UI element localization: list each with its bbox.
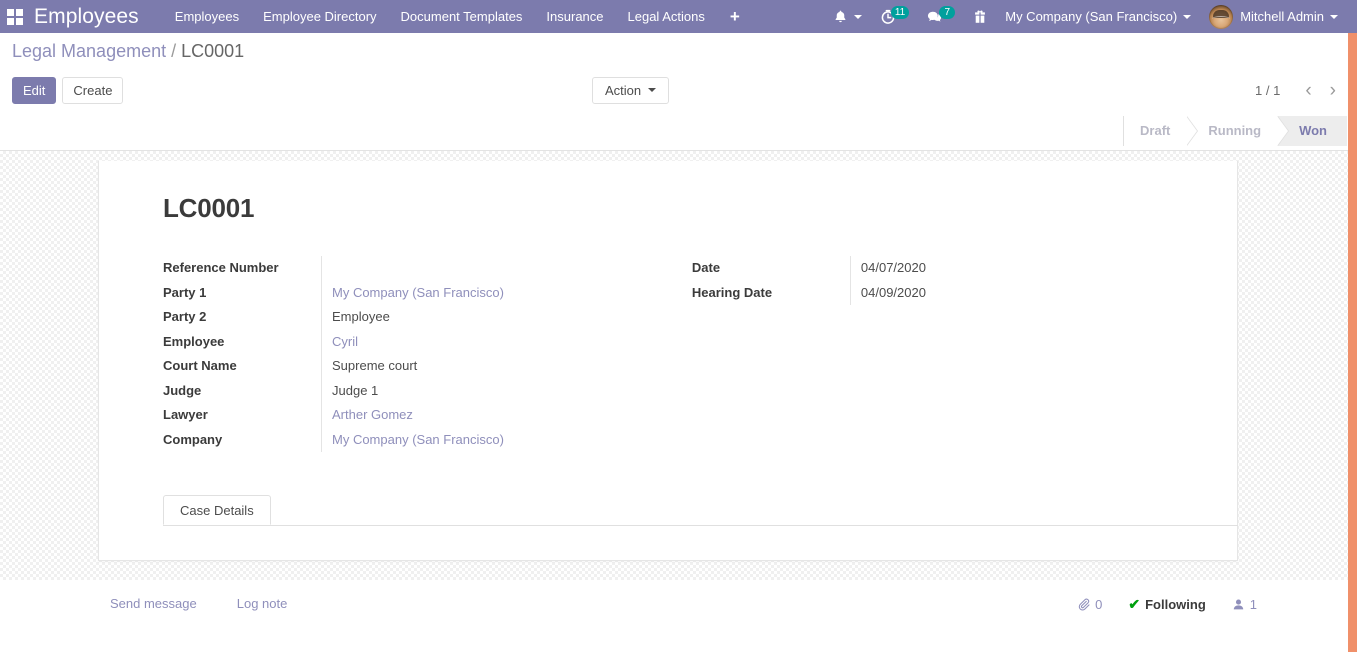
top-navbar: Employees Employees Employee Directory D… <box>0 0 1357 33</box>
navbar-right-tools: 11 7 My Company (San Francisco) Mitchell… <box>824 0 1357 33</box>
field-label-court-name: Court Name <box>163 358 237 373</box>
main-menu: Employees Employee Directory Document Te… <box>163 0 753 33</box>
form-column-left: Reference Number Party 1 My Company (San… <box>163 256 692 452</box>
gift-menu[interactable] <box>964 0 996 33</box>
notebook-tab-body <box>163 526 1238 560</box>
action-label: Action <box>605 82 642 98</box>
field-value-reference-number[interactable] <box>321 256 692 281</box>
followers-count: 1 <box>1249 597 1257 612</box>
user-icon <box>1233 599 1243 610</box>
pager-count: 1 / 1 <box>1255 82 1281 98</box>
bell-icon <box>835 10 846 22</box>
pager-previous-icon[interactable]: ‹ <box>1296 81 1320 100</box>
field-label-judge: Judge <box>163 382 202 398</box>
following-label: Following <box>1145 597 1206 612</box>
right-edge-indicator <box>1348 33 1357 652</box>
apps-grid-icon[interactable] <box>0 0 30 33</box>
field-label-reference-number: Reference Number <box>163 260 279 275</box>
edit-button[interactable]: Edit <box>12 76 57 104</box>
chatter: Send message Log note 0 ✔ Following 1 <box>0 580 1357 650</box>
field-label-company: Company <box>163 431 223 447</box>
timer-badge-count: 11 <box>890 6 910 19</box>
add-menu-button[interactable]: + <box>717 0 753 33</box>
create-button[interactable]: Create <box>62 76 124 104</box>
check-icon: ✔ <box>1128 596 1141 612</box>
field-value-hearing-date[interactable]: 04/09/2020 <box>849 280 1205 305</box>
chevron-down-icon <box>1330 14 1338 19</box>
menu-item-employees[interactable]: Employees <box>163 0 251 33</box>
pager-next-icon[interactable]: › <box>1321 81 1345 100</box>
field-value-employee[interactable]: Cyril <box>321 329 692 354</box>
action-dropdown-button[interactable]: Action <box>592 76 670 104</box>
attachments-button[interactable]: 0 <box>1077 597 1102 612</box>
breadcrumb: Legal Management / LC0001 <box>0 33 1357 69</box>
chevron-down-icon <box>648 88 657 92</box>
app-brand-title[interactable]: Employees <box>30 5 149 29</box>
menu-item-insurance[interactable]: Insurance <box>534 0 615 33</box>
status-bar: Draft Running Won <box>1123 115 1347 146</box>
field-label-party-1: Party 1 <box>163 284 207 300</box>
chevron-down-icon <box>853 14 862 19</box>
status-stage-draft[interactable]: Draft <box>1124 115 1199 146</box>
menu-item-legal-actions[interactable]: Legal Actions <box>616 0 717 33</box>
breadcrumb-separator: / <box>171 40 177 61</box>
menu-item-document-templates[interactable]: Document Templates <box>389 0 535 33</box>
control-panel: Edit Create Action 1 / 1 ‹ › <box>0 69 1357 111</box>
user-menu[interactable]: Mitchell Admin <box>1200 0 1347 33</box>
user-name-label: Mitchell Admin <box>1240 9 1324 24</box>
messages-menu[interactable]: 7 <box>918 0 964 33</box>
field-value-party-2[interactable]: Employee <box>321 305 692 330</box>
send-message-button[interactable]: Send message <box>110 596 197 611</box>
vertical-scrollbar[interactable] <box>1340 120 1348 652</box>
status-stage-running[interactable]: Running <box>1186 115 1289 146</box>
status-bar-row: Draft Running Won <box>0 111 1357 151</box>
field-value-court-name[interactable]: Supreme court <box>321 354 692 379</box>
notebook: Case Details <box>163 495 1238 560</box>
menu-item-employee-directory[interactable]: Employee Directory <box>251 0 388 33</box>
field-label-hearing-date: Hearing Date <box>691 284 773 300</box>
timer-menu[interactable]: 11 <box>871 0 918 33</box>
breadcrumb-parent-link[interactable]: Legal Management <box>12 41 166 62</box>
breadcrumb-current: LC0001 <box>181 40 245 61</box>
chevron-down-icon <box>1183 14 1192 19</box>
field-label-employee: Employee <box>163 333 225 349</box>
chatter-meta: 0 ✔ Following 1 <box>1077 596 1357 613</box>
field-label-party-2: Party 2 <box>163 309 207 324</box>
following-button[interactable]: ✔ Following <box>1128 596 1205 613</box>
messages-badge-count: 7 <box>939 6 956 19</box>
company-name-label: My Company (San Francisco) <box>1005 9 1178 24</box>
paperclip-icon <box>1078 598 1090 611</box>
field-value-judge[interactable]: Judge 1 <box>321 378 692 403</box>
form-sheet: LC0001 Reference Number Party 1 My Compa… <box>98 161 1238 561</box>
followers-button[interactable]: 1 <box>1232 597 1257 612</box>
field-value-date[interactable]: 04/07/2020 <box>849 256 1205 281</box>
chatter-actions: Send message Log note <box>0 596 327 611</box>
avatar <box>1209 4 1234 29</box>
field-value-lawyer[interactable]: Arther Gomez <box>321 403 692 428</box>
record-pager: 1 / 1 ‹ › <box>1255 81 1345 100</box>
form-column-right: Date 04/07/2020 Hearing Date 04/09/2020 <box>692 256 1205 452</box>
company-switcher[interactable]: My Company (San Francisco) <box>996 0 1200 33</box>
attachment-count: 0 <box>1095 597 1103 612</box>
page-title: LC0001 <box>163 193 255 223</box>
log-note-button[interactable]: Log note <box>237 596 288 611</box>
tab-case-details[interactable]: Case Details <box>163 495 271 525</box>
notebook-tab-header: Case Details <box>163 495 1238 526</box>
field-label-date: Date <box>691 260 721 275</box>
activities-menu[interactable] <box>824 0 871 33</box>
gift-icon <box>975 10 986 23</box>
form-body-area: LC0001 Reference Number Party 1 My Compa… <box>0 151 1357 580</box>
field-label-lawyer: Lawyer <box>163 407 208 422</box>
field-value-company[interactable]: My Company (San Francisco) <box>321 427 692 452</box>
field-value-party-1[interactable]: My Company (San Francisco) <box>321 280 692 305</box>
form-fields-group: Reference Number Party 1 My Company (San… <box>131 256 1205 452</box>
